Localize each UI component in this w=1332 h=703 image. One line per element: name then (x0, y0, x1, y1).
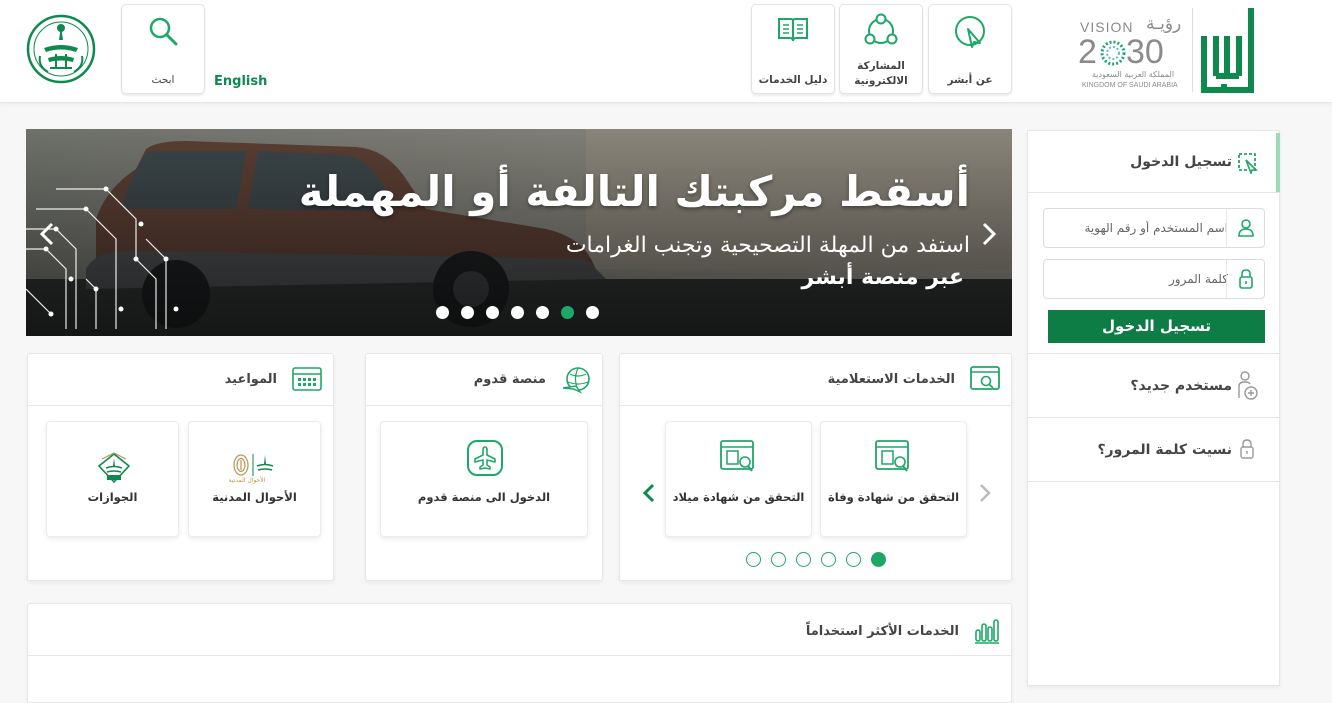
search-label: ابحث (151, 74, 175, 86)
banner-dot[interactable] (436, 306, 449, 319)
arrival-platform-service[interactable]: الدخول الى منصة قدوم (380, 421, 588, 537)
banner-dot[interactable] (586, 306, 599, 319)
civil-affairs-logo-text: الأحوال المدنية (228, 477, 266, 484)
password-input[interactable] (1050, 260, 1228, 298)
inquiry-card-title: الخدمات الاستعلامية (827, 372, 955, 387)
fingerprint-emblem-icon (233, 454, 274, 476)
people-network-icon (864, 13, 898, 45)
arrival-card-title: منصة قدوم (473, 372, 546, 387)
death-certificate-service[interactable]: التحقق من شهادة وفاة (820, 421, 967, 537)
login-cursor-icon (1238, 153, 1258, 174)
passports-label: الجوازات (87, 490, 138, 504)
nav-e-participation[interactable]: المشاركة الالكترونية (839, 4, 923, 94)
arrival-card-header: منصة قدوم (366, 354, 602, 406)
birth-certificate-label: التحقق من شهادة ميلاد (672, 490, 805, 504)
vision-dots-icon (1100, 40, 1126, 66)
english-language-link[interactable]: English (214, 74, 267, 89)
lock-icon (1240, 439, 1254, 459)
user-icon-box (1226, 209, 1264, 247)
death-certificate-label: التحقق من شهادة وفاة (827, 490, 960, 504)
vision-ar: رؤيـة (1146, 14, 1182, 34)
passports-emblem-icon (97, 452, 131, 484)
calendar-icon (292, 367, 322, 391)
banner-tagline: عبر منصة أبشر (801, 265, 964, 290)
most-used-card-header: الخدمات الأكثر استخداماً (28, 604, 1011, 656)
banner-dot[interactable] (536, 306, 549, 319)
cursor-click-icon (955, 16, 985, 48)
banner-subtitle: استفد من المهلة التصحيحية وتجنب الغرامات (565, 233, 970, 258)
ministry-emblem-icon[interactable] (26, 14, 96, 84)
login-submit-button[interactable]: تسجيل الدخول (1048, 310, 1265, 343)
hero-banner[interactable]: أسقط مركبتك التالفة أو المهملة استفد من … (26, 129, 1012, 336)
banner-title: أسقط مركبتك التالفة أو المهملة (298, 167, 970, 216)
book-icon (778, 18, 808, 42)
banner-dot[interactable] (461, 306, 474, 319)
inquiry-dot[interactable] (846, 552, 861, 567)
arrival-service-label: الدخول الى منصة قدوم (417, 490, 551, 504)
most-used-services-card: الخدمات الأكثر استخداماً (27, 603, 1012, 703)
login-header-label: تسجيل الدخول (1130, 154, 1232, 170)
nav-about-absher[interactable]: عن أبشر (928, 4, 1012, 94)
login-header: تسجيل الدخول (1027, 130, 1280, 193)
airplane-icon (467, 440, 503, 476)
inquiry-dot[interactable] (821, 552, 836, 567)
nav-about-label: عن أبشر (947, 74, 993, 86)
vision-2030-logo: VISION رؤيـة 2 30 المملكة العربية السعود… (1078, 14, 1188, 94)
inquiry-card-header: الخدمات الاستعلامية (620, 354, 1011, 406)
add-user-icon (1238, 371, 1258, 400)
inquiry-next-arrow[interactable] (978, 482, 992, 504)
banner-next-arrow[interactable] (980, 221, 998, 247)
logo-divider (1192, 8, 1193, 92)
inquiry-prev-arrow[interactable] (642, 482, 656, 504)
inquiry-dot[interactable] (796, 552, 811, 567)
inquiry-dot[interactable] (771, 552, 786, 567)
inquiry-dot[interactable] (746, 552, 761, 567)
forgot-password-label: نسيت كلمة المرور؟ (1097, 442, 1232, 458)
vision-kingdom-en: KINGDOM OF SAUDI ARABIA (1082, 82, 1178, 89)
civil-affairs-label: الأحوال المدنية (212, 490, 297, 504)
banner-dot[interactable] (511, 306, 524, 319)
nav-participation-line2: الالكترونية (854, 75, 908, 87)
document-search-icon (875, 440, 909, 472)
absher-logo[interactable] (1196, 6, 1258, 94)
forgot-password-link[interactable]: نسيت كلمة المرور؟ (1027, 418, 1280, 482)
nav-guide-label: دليل الخدمات (758, 74, 828, 86)
vision-kingdom-ar: المملكة العربية السعودية (1091, 70, 1175, 79)
bar-chart-icon (975, 619, 999, 644)
birth-certificate-service[interactable]: التحقق من شهادة ميلاد (665, 421, 812, 537)
banner-dot[interactable] (561, 306, 574, 319)
search-window-icon (970, 366, 1000, 390)
lock-icon-box (1226, 260, 1264, 298)
appointments-card-title: المواعيد (224, 372, 277, 387)
inquiry-services-card: الخدمات الاستعلامية التحقق من شهادة وفاة (619, 353, 1012, 581)
appointments-card: المواعيد الأحوال المدنية الأحوال المدنية (27, 353, 334, 581)
username-field[interactable] (1043, 208, 1265, 248)
passports-service[interactable]: الجوازات (46, 421, 179, 537)
vision-year-b: 30 (1126, 33, 1164, 71)
vision-year-a: 2 (1078, 33, 1097, 71)
civil-affairs-logo: الأحوال المدنية (229, 452, 283, 486)
top-header: VISION رؤيـة 2 30 المملكة العربية السعود… (0, 0, 1332, 103)
civil-affairs-service[interactable]: الأحوال المدنية الأحوال المدنية (188, 421, 321, 537)
globe-plane-icon (562, 367, 590, 394)
arrival-platform-card: منصة قدوم الدخول الى منصة قدوم (365, 353, 603, 581)
password-field[interactable] (1043, 259, 1265, 299)
nav-participation-line1: المشاركة (857, 60, 905, 72)
lock-icon (1239, 269, 1253, 289)
new-user-label: مستخدم جديد؟ (1130, 378, 1232, 394)
document-search-icon (720, 440, 754, 472)
new-user-link[interactable]: مستخدم جديد؟ (1027, 353, 1280, 418)
nav-services-guide[interactable]: دليل الخدمات (751, 4, 835, 94)
search-button[interactable]: ابحث (121, 4, 205, 94)
user-icon (1238, 219, 1254, 237)
banner-prev-arrow[interactable] (38, 221, 56, 247)
appointments-card-header: المواعيد (28, 354, 333, 406)
most-used-card-title: الخدمات الأكثر استخداماً (805, 624, 959, 639)
banner-dot[interactable] (486, 306, 499, 319)
username-input[interactable] (1050, 209, 1228, 247)
inquiry-dot[interactable] (871, 552, 886, 567)
search-icon (149, 17, 178, 46)
